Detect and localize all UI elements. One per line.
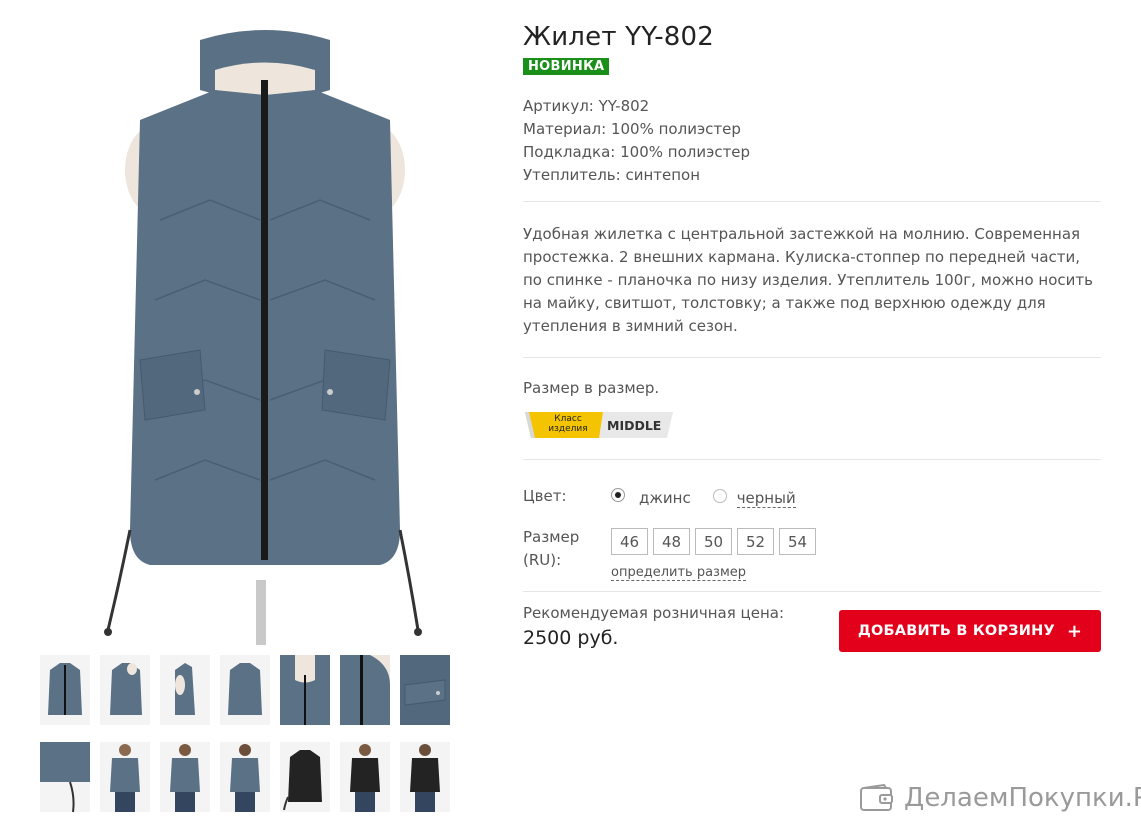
size-option-50[interactable]: 50 — [695, 528, 732, 555]
spec-material: Материал: 100% полиэстер — [523, 120, 741, 138]
size-options: 46 48 50 52 54 — [611, 528, 816, 555]
thumbnail[interactable] — [100, 655, 150, 725]
color-option-black[interactable]: черный — [712, 488, 796, 508]
price-label: Рекомендуемая розничная цена: — [523, 604, 785, 622]
price-value: 2500 руб. — [523, 627, 619, 649]
thumbnail-row — [40, 655, 460, 725]
thumbnail[interactable] — [40, 655, 90, 725]
product-description: Удобная жилетка с центральной застежкой … — [523, 225, 1093, 335]
size-option-54[interactable]: 54 — [779, 528, 816, 555]
product-title: Жилет YY-802 — [523, 22, 715, 52]
thumbnail[interactable] — [220, 742, 270, 812]
class-badge-value: MIDDLE — [607, 417, 662, 433]
divider — [523, 201, 1101, 202]
thumbnail[interactable] — [340, 655, 390, 725]
product-main-image[interactable] — [100, 20, 430, 645]
wallet-icon — [860, 784, 893, 811]
color-option-label: джинс — [639, 489, 691, 507]
size-option-52[interactable]: 52 — [737, 528, 774, 555]
product-specs: Артикул: YY-802 Материал: 100% полиэстер… — [523, 95, 1103, 187]
spec-article: Артикул: YY-802 — [523, 97, 650, 115]
thumbnail-row — [40, 742, 460, 812]
color-option-label: черный — [736, 489, 796, 508]
size-selector: Размер (RU): 46 48 50 52 54 определить р… — [523, 526, 1103, 581]
size-note: Размер в размер. — [523, 379, 660, 397]
product-info: Жилет YY-802 НОВИНКА Артикул: YY-802 Мат… — [523, 22, 1103, 652]
spec-lining: Подкладка: 100% полиэстер — [523, 143, 751, 161]
thumbnail-gallery — [40, 655, 460, 829]
new-badge: НОВИНКА — [523, 58, 610, 75]
radio-unselected-icon[interactable] — [712, 488, 727, 503]
divider — [523, 459, 1101, 460]
size-label-line2: (RU): — [523, 551, 562, 569]
color-selector: Цвет: джинс черный — [523, 487, 1103, 508]
color-label: Цвет: — [523, 487, 567, 505]
class-badge: Класс изделия MIDDLE — [523, 411, 1103, 439]
spec-insulation: Утеплитель: синтепон — [523, 166, 701, 184]
thumbnail[interactable] — [220, 655, 270, 725]
thumbnail[interactable] — [280, 655, 330, 725]
size-guide-link[interactable]: определить размер — [611, 565, 747, 581]
price-block: Рекомендуемая розничная цена: 2500 руб. … — [523, 604, 1101, 652]
class-badge-label-line1: Класс — [554, 414, 582, 424]
color-option-jeans[interactable]: джинс — [611, 488, 691, 507]
thumbnail[interactable] — [40, 742, 90, 812]
thumbnail[interactable] — [160, 742, 210, 812]
add-to-cart-button[interactable]: ДОБАВИТЬ В КОРЗИНУ + — [839, 610, 1101, 652]
add-to-cart-label: ДОБАВИТЬ В КОРЗИНУ — [857, 623, 1055, 639]
size-option-48[interactable]: 48 — [653, 528, 690, 555]
watermark-text: ДелаемПокупки.Ру — [904, 783, 1141, 813]
thumbnail[interactable] — [280, 742, 330, 812]
thumbnail[interactable] — [160, 655, 210, 725]
thumbnail[interactable] — [340, 742, 390, 812]
thumbnail[interactable] — [400, 655, 450, 725]
divider — [523, 357, 1101, 358]
class-badge-label-line2: изделия — [548, 424, 588, 434]
size-option-46[interactable]: 46 — [611, 528, 648, 555]
size-label-line1: Размер — [523, 528, 580, 546]
divider — [523, 591, 1101, 592]
size-label: Размер (RU): — [523, 526, 611, 581]
plus-icon: + — [1066, 620, 1083, 642]
thumbnail[interactable] — [100, 742, 150, 812]
thumbnail[interactable] — [400, 742, 450, 812]
class-badge-label: Класс изделия — [546, 414, 590, 434]
radio-selected-icon[interactable] — [611, 488, 625, 502]
watermark: ДелаемПокупки.Ру — [860, 783, 1141, 813]
